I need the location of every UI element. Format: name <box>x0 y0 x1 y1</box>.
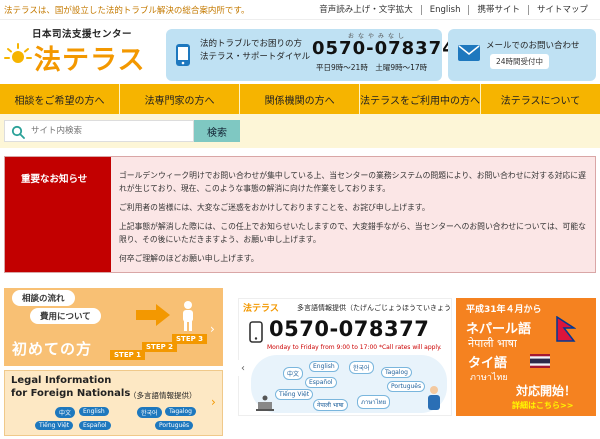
notice-paragraph: 上記事態が解消した際には、この任上でお知らせいたしますので、大変錯手ながら、当セ… <box>119 222 586 244</box>
support-dial-box[interactable]: 法的トラブルでお困りの方 法テラス・サポートダイヤル おなやみなし 0570-0… <box>166 29 455 81</box>
step3-label: STEP 3 <box>172 334 208 344</box>
foreign-banner-line1: Legal Information <box>11 375 112 386</box>
lang-tag: Português <box>387 381 426 392</box>
foreign-banner-line3: （多言語情報提供） <box>129 391 197 400</box>
lang-bubble: Español <box>79 421 111 430</box>
lang-bubble: Tiếng Việt <box>35 421 74 430</box>
person-phone-icon <box>428 386 440 410</box>
multilingual-heading: 多言語情報提供（たげんごじょうほうていきょう） <box>297 304 452 312</box>
service-start-label: 対応開始！ <box>516 384 577 398</box>
chevron-right-icon: › <box>211 395 216 409</box>
nav-item-agencies[interactable]: 関係機関の方へ <box>240 84 361 114</box>
lang-bubble: Tagalog <box>165 407 196 416</box>
utility-link-sitemap[interactable]: サイトマップ <box>527 4 596 15</box>
site-logo[interactable]: 日本司法支援センター 法テラス <box>4 26 154 76</box>
mail-24h-badge: 24時間受付中 <box>490 54 550 69</box>
foreign-banner-line2: for Foreign Nationals <box>11 388 131 399</box>
multilingual-number: 0570-078377 <box>269 317 430 341</box>
fees-tab: 費用について <box>30 308 101 324</box>
lang-tag: Español <box>305 377 337 388</box>
notice-paragraph: ご利用者の皆様には、大変なご迷惑をおかけしておりますことを、お詫び申し上げます。 <box>119 203 430 212</box>
utility-link-english[interactable]: English <box>420 4 469 15</box>
lang-tag: 한국어 <box>349 361 374 374</box>
lang-tag: Tagalog <box>381 367 412 378</box>
site-header: 日本司法支援センター 法テラス 法的トラブルでお困りの方 法テラス・サポートダイ… <box>0 20 600 82</box>
details-link[interactable]: 詳細はこちら>> <box>512 400 573 411</box>
nav-item-current-users[interactable]: 法テラスをご利用中の方へ <box>360 84 481 114</box>
chevron-right-icon: › <box>210 322 215 336</box>
lang-bubble: Português <box>155 421 194 430</box>
laptop-person-icon <box>256 395 274 411</box>
nepal-flag-icon <box>556 316 576 342</box>
search-button[interactable]: 検索 <box>194 120 240 142</box>
search-input[interactable] <box>31 123 189 139</box>
mail-contact-label: メールでのお問い合わせ <box>486 41 580 51</box>
lang-bubble: 中文 <box>55 407 76 418</box>
lang-bubble: English <box>79 407 109 416</box>
sun-logo-icon <box>4 43 32 63</box>
search-row: 検索 <box>0 114 600 148</box>
brand-name: 法テラス <box>34 45 146 76</box>
phone-icon <box>176 44 190 66</box>
lang-tag: ภาษาไทย <box>357 395 391 409</box>
lang-tag: नेपाली भाषा <box>313 399 348 411</box>
notice-paragraph: 何卒ご理解のほどお願い申し上げます。 <box>119 254 259 263</box>
top-bar: 法テラスは、国が設立した法的トラブル解決の総合案内所です。 音声読み上げ・文字拡… <box>0 0 600 20</box>
utility-links: 音声読み上げ・文字拡大 English 携帯サイト サイトマップ <box>311 4 596 15</box>
phone-icon <box>249 321 263 343</box>
person-icon <box>183 301 193 331</box>
nepali-script: नेपाली भाषा <box>468 337 517 350</box>
nav-item-consult[interactable]: 相談をご希望の方へ <box>0 84 121 114</box>
step1-label: STEP 1 <box>110 350 146 360</box>
support-dial-number: 0570-078374 <box>312 38 456 59</box>
site-tagline: 法テラスは、国が設立した法的トラブル解決の総合案内所です。 <box>4 5 250 16</box>
notice-label-panel: 重要なお知らせ <box>5 157 111 272</box>
search-box <box>4 120 194 142</box>
search-icon <box>11 125 25 139</box>
lang-tag: 中文 <box>283 367 304 380</box>
thai-script: ภาษาไทย <box>470 373 508 383</box>
nepali-label-jp: ネパール語 <box>466 322 532 337</box>
lang-bubble: 한국어 <box>137 407 162 418</box>
lang-tag: Tiếng Việt <box>275 389 314 400</box>
carousel-prev-button[interactable]: ‹ <box>238 360 248 376</box>
support-dial-line2: 法テラス・サポートダイヤル <box>200 52 311 62</box>
nav-item-about[interactable]: 法テラスについて <box>481 84 600 114</box>
mail-icon <box>458 45 480 61</box>
thai-label-jp: タイ語 <box>468 356 508 371</box>
new-lang-heading: 平成31年４月から <box>466 305 542 315</box>
nav-item-professionals[interactable]: 法専門家の方へ <box>120 84 241 114</box>
utility-link-accessibility[interactable]: 音声読み上げ・文字拡大 <box>311 5 421 15</box>
lang-tag: English <box>309 361 339 372</box>
new-languages-banner[interactable]: 平成31年４月から ネパール語 नेपाली भाषा タイ語 ภาษาไทย … <box>456 298 596 416</box>
multilingual-info-banner[interactable]: 法テラス 多言語情報提供（たげんごじょうほうていきょう） 0570-078377… <box>238 298 452 416</box>
utility-link-mobile[interactable]: 携帯サイト <box>468 4 528 15</box>
notice-body: ゴールデンウィーク明けでお問い合わせが集中している上、当センターの業務システムの… <box>119 169 589 271</box>
important-notice: 重要なお知らせ ゴールデンウィーク明けでお問い合わせが集中している上、当センター… <box>4 156 596 273</box>
step-arrow-icon <box>136 304 170 326</box>
notice-label: 重要なお知らせ <box>21 174 88 185</box>
main-nav: 相談をご希望の方へ 法専門家の方へ 関係機関の方へ 法テラスをご利用中の方へ 法… <box>0 84 600 114</box>
notice-paragraph: ゴールデンウィーク明けでお問い合わせが集中している上、当センターの業務システムの… <box>119 171 586 193</box>
thai-flag-icon <box>530 354 550 368</box>
support-dial-hours: 平日9時～21時 土曜9時～17時 <box>316 63 428 72</box>
banner-brand: 法テラス <box>243 304 279 314</box>
first-time-title: 初めての方 <box>12 340 93 358</box>
mail-contact-box[interactable]: メールでのお問い合わせ 24時間受付中 <box>448 29 596 81</box>
first-time-banner[interactable]: 相談の流れ 費用について 初めての方 STEP 1 STEP 2 STEP 3 … <box>4 288 223 366</box>
support-dial-line1: 法的トラブルでお困りの方 <box>200 39 303 49</box>
multilingual-hours: Monday to Friday from 9:00 to 17:00 *Cal… <box>267 344 442 351</box>
foreign-nationals-banner[interactable]: Legal Information for Foreign Nationals … <box>4 370 223 436</box>
consult-flow-tab: 相談の流れ <box>12 290 75 306</box>
